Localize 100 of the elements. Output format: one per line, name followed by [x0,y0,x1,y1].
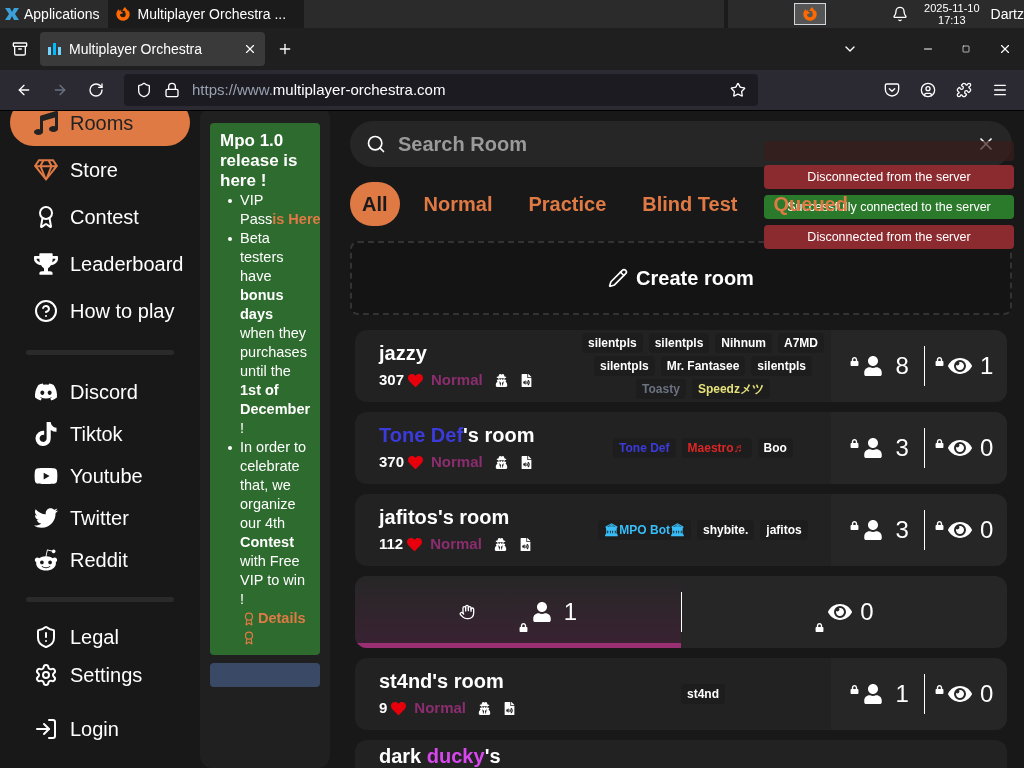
room-mode: Normal [431,369,483,390]
nav-item[interactable]: How to play [10,287,190,334]
spectator-count: 0 [979,679,994,709]
lock-icon [934,439,944,448]
tray-app[interactable] [794,3,827,25]
room-score: 9 [379,697,388,718]
room-card[interactable]: Tone Def's room 370 Normal Tone Def Maestro♬ Boo 3 0 [355,412,1007,484]
search-input[interactable]: Search Room [398,129,964,159]
heart-icon [407,536,423,552]
shield-icon [34,625,58,649]
lock-icon [934,521,944,530]
lock-icon [850,357,860,366]
social-link[interactable]: Discord [10,371,190,413]
room-card[interactable]: st4nd's room 9 Normal st4nd 1 0 [355,658,1007,730]
forward-icon[interactable] [52,82,68,98]
music-file-icon [503,701,517,715]
firefox-icon [115,7,130,21]
trophy-icon [34,251,58,276]
social-link[interactable]: Tiktok [10,413,190,455]
room-card[interactable]: 1 0 [355,576,1007,648]
logo-icon [4,6,20,22]
address-bar[interactable]: https://www.multiplayer-orchestra.com [124,74,758,106]
player-tag: silentpls [593,356,655,376]
player-count: 8 [895,351,909,381]
spectator-count: 0 [860,597,874,627]
news-title: Mpo 1.0 release is here ! [220,131,299,191]
room-mode: Normal [414,697,467,718]
bell-icon[interactable] [892,6,909,22]
player-tag: Toasty [636,379,686,399]
room-title: st4nd's room [379,668,505,693]
nav-item[interactable]: Contest [10,193,190,240]
login-icon [34,717,58,741]
spectator-count: 0 [979,433,994,463]
music-note-icon [34,111,58,135]
room-mode: Normal [431,451,483,472]
player-tag: Nihnum [715,333,772,353]
filter-tab[interactable]: Blind Test [630,182,750,226]
heart-icon [391,700,407,716]
browser-tab[interactable]: Multiplayer Orchestra [40,32,265,66]
person-icon [863,684,884,704]
nav-item[interactable]: Store [10,146,190,193]
taskbar-item[interactable]: Multiplayer Orchestra ... [107,0,304,28]
extensions-icon[interactable] [956,82,972,98]
music-file-icon [518,537,532,551]
back-icon[interactable] [16,82,32,98]
filter-tab[interactable]: All [350,182,400,226]
news-text: VIP Pass [240,192,273,227]
player-count: 1 [563,597,578,627]
player-count: 3 [895,433,909,463]
player-tag: shybite. [697,520,755,540]
filter-tab[interactable]: Practice [516,182,619,226]
news-text: Beta testers have bonus days when they purchases until the 1st of December ! [240,229,311,438]
tab-list-icon[interactable] [12,41,28,57]
reload-icon[interactable] [88,82,104,98]
person-icon [863,520,884,540]
firefox-icon [803,7,818,21]
menu-icon[interactable] [992,82,1008,98]
create-room-button[interactable]: Create room [350,241,1012,315]
hand-cursor-icon [458,604,475,620]
lock-icon [934,357,944,366]
nav-item[interactable]: Settings [10,656,190,694]
room-card[interactable]: jafitos's room 112 Normal 🏛MPO Bot🏛 shybite. jafitos 3 0 [355,494,1007,566]
nav-item[interactable]: Login [10,710,190,748]
applications-menu[interactable]: Applications [24,3,100,25]
room-title: jafitos's room [379,504,511,529]
social-link[interactable]: Reddit [10,539,190,581]
shield-icon [136,82,152,98]
spectator-count: 1 [979,351,994,381]
new-tab-icon[interactable] [277,41,293,57]
bullet-icon [228,446,232,450]
nav-item[interactable]: Leaderboard [10,240,190,287]
bullet-icon [228,237,232,241]
pencil-icon [608,268,629,288]
player-count: 3 [895,515,909,545]
bookmark-star-icon[interactable] [730,82,746,98]
room-card[interactable]: dark ducky's [355,740,1007,768]
room-score: 112 [379,533,404,554]
room-card[interactable]: jazzy 307 Normal silentpls silentpls Nihnum A7MD silentpls Mr. Fantasee silentpls Toasty Speedzメツ 8 1 [355,330,1007,402]
close-icon[interactable] [243,42,257,56]
close-icon[interactable] [998,42,1012,56]
player-tag: silentpls [751,356,813,376]
social-link[interactable]: Twitter [10,497,190,539]
nav-item[interactable]: Rooms [10,111,190,146]
spy-icon [494,455,508,469]
toast-message: Disconnected from the server [764,165,1014,189]
filter-tab[interactable]: Normal [411,182,505,226]
toast-message: Disconnected from the server [764,225,1014,249]
heart-icon [408,454,424,470]
room-score: 307 [379,369,405,390]
pocket-icon[interactable] [884,82,900,98]
player-tag: Boo [757,438,793,458]
user-name[interactable]: Dartz [990,3,1024,25]
room-title: dark ducky's [379,744,501,768]
music-file-icon [519,455,533,469]
nav-item[interactable]: Legal [10,618,190,656]
account-icon[interactable] [920,82,936,98]
lock-icon [164,82,180,98]
gem-icon [34,157,58,182]
maximize-icon[interactable] [962,45,970,53]
social-link[interactable]: Youtube [10,455,190,497]
